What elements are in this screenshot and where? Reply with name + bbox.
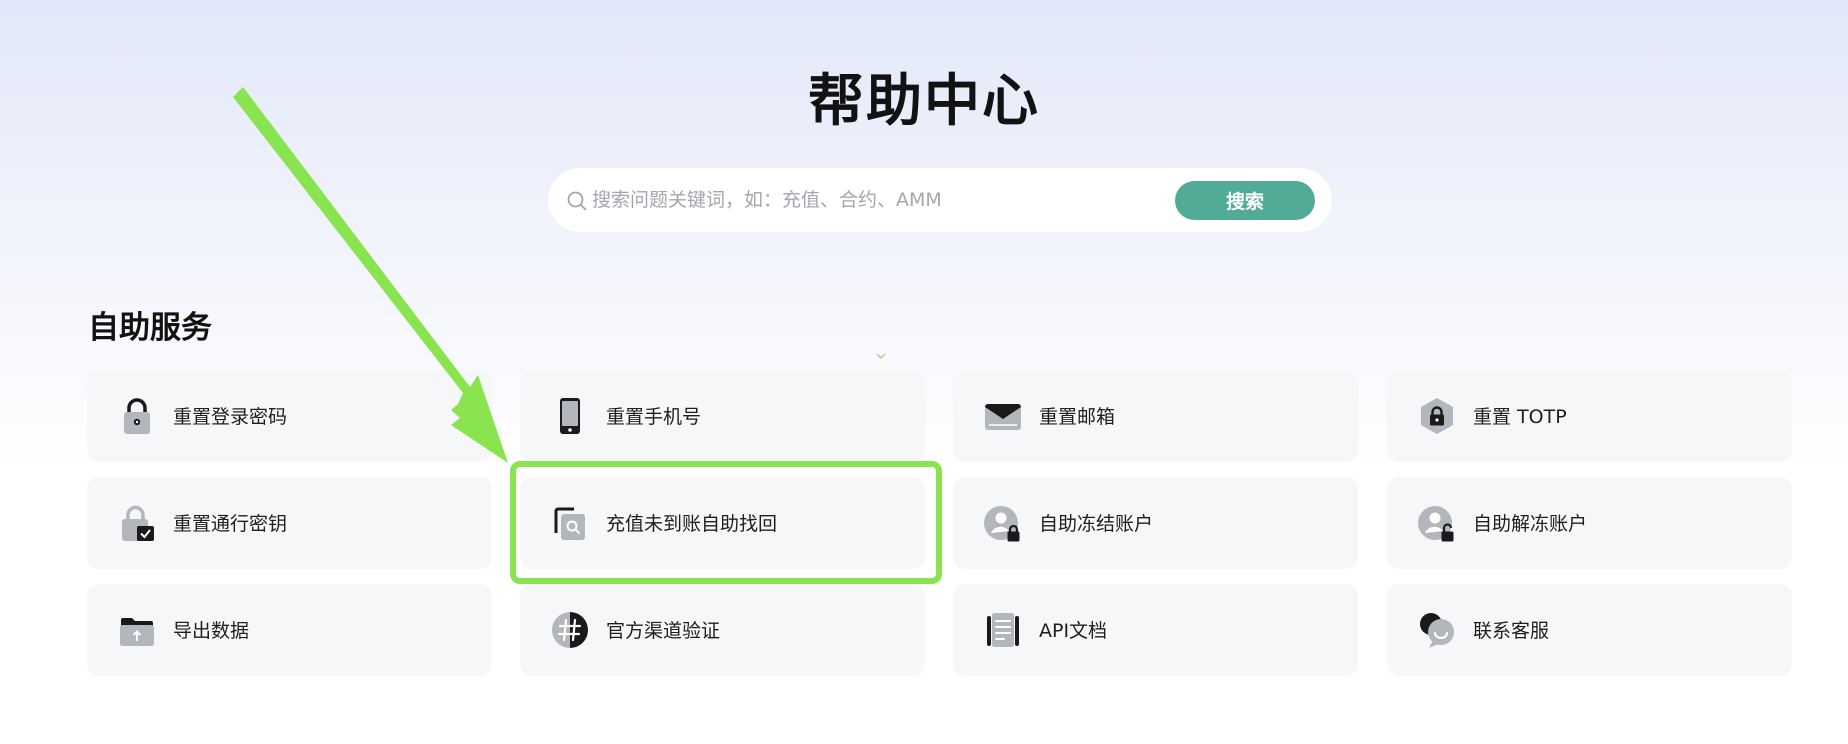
card-api-docs[interactable]: API文档	[953, 584, 1358, 676]
chat-bubble-icon	[1420, 613, 1454, 648]
card-reset-passkey[interactable]: 重置通行密钥	[87, 477, 492, 569]
card-label: API文档	[1039, 620, 1108, 642]
document-icon	[987, 613, 1019, 647]
passkey-lock-icon	[122, 505, 154, 541]
card-reset-login-password[interactable]: 重置登录密码	[87, 370, 492, 462]
user-lock-icon	[984, 506, 1020, 542]
card-label: 官方渠道验证	[606, 620, 721, 642]
card-label: 自助解冻账户	[1473, 513, 1588, 535]
card-contact-support[interactable]: 联系客服	[1387, 584, 1792, 676]
search-icon	[567, 191, 587, 211]
card-label: 重置手机号	[606, 406, 702, 428]
card-label: 重置登录密码	[173, 406, 288, 428]
card-export-data[interactable]: 导出数据	[87, 584, 492, 676]
card-label: 联系客服	[1473, 620, 1550, 642]
card-freeze-account[interactable]: 自助冻结账户	[953, 477, 1358, 569]
card-reset-phone[interactable]: 重置手机号	[520, 370, 925, 462]
highlight-box	[510, 461, 942, 584]
hash-verify-icon	[552, 612, 588, 648]
card-label: 重置邮箱	[1039, 406, 1116, 428]
card-official-channel-verify[interactable]: 官方渠道验证	[520, 584, 925, 676]
search-input[interactable]	[592, 182, 1152, 218]
page-title: 帮助中心	[808, 69, 1040, 134]
card-reset-email[interactable]: 重置邮箱	[953, 370, 1358, 462]
section-title: 自助服务	[88, 310, 212, 346]
hexagon-lock-icon	[1421, 398, 1453, 434]
phone-icon	[560, 398, 580, 434]
card-unfreeze-account[interactable]: 自助解冻账户	[1387, 477, 1792, 569]
envelope-icon	[985, 404, 1021, 430]
card-reset-totp[interactable]: 重置 TOTP	[1387, 370, 1792, 462]
lock-icon	[124, 398, 150, 434]
chevron-down-icon	[876, 353, 886, 359]
folder-upload-icon	[120, 618, 154, 646]
card-label: 重置通行密钥	[173, 513, 288, 535]
card-label: 导出数据	[173, 620, 250, 642]
card-label: 重置 TOTP	[1473, 406, 1567, 428]
card-label: 自助冻结账户	[1039, 513, 1154, 535]
user-unlock-icon	[1418, 506, 1454, 542]
search-button[interactable]: 搜索	[1175, 181, 1315, 220]
